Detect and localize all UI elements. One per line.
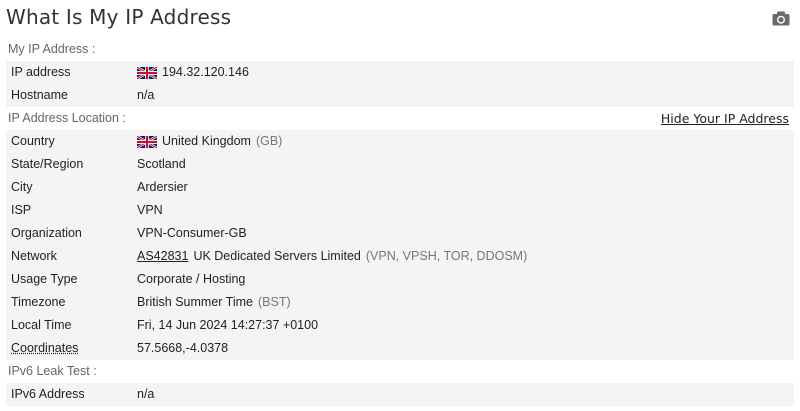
organization-label: Organization	[11, 226, 82, 240]
local-time-label: Local Time	[11, 318, 72, 332]
local-time-value: Fri, 14 Jun 2024 14:27:37 +0100	[137, 318, 319, 332]
isp-label: ISP	[11, 203, 32, 217]
ipv6-address-value: n/a	[137, 387, 155, 401]
timezone-value: British Summer Time	[137, 295, 253, 309]
uk-flag-icon	[137, 66, 157, 79]
city-value: Ardersier	[137, 180, 188, 194]
coordinates-value: 57.5668,-4.0378	[137, 341, 229, 355]
row-hostname: Hostname n/a	[6, 84, 794, 107]
section-heading-my-ip: My IP Address :	[8, 42, 96, 56]
row-network: Network AS42831 UK Dedicated Servers Lim…	[6, 245, 794, 268]
country-value: United Kingdom	[162, 134, 251, 148]
uk-flag-icon	[137, 135, 157, 148]
timezone-abbr: (BST)	[258, 295, 291, 309]
usage-type-label: Usage Type	[11, 272, 78, 286]
page-title: What Is My IP Address	[6, 5, 232, 29]
section-my-ip: My IP Address :	[0, 38, 800, 61]
row-local-time: Local Time Fri, 14 Jun 2024 14:27:37 +01…	[6, 314, 794, 337]
row-country: Country United Kingdom (GB)	[6, 130, 794, 153]
asn-link[interactable]: AS42831	[137, 245, 188, 268]
ipv6-address-label: IPv6 Address	[11, 387, 85, 401]
usage-type-value: Corporate / Hosting	[137, 272, 246, 286]
timezone-label: Timezone	[11, 295, 66, 309]
row-organization: Organization VPN-Consumer-GB	[6, 222, 794, 245]
row-ipv6-address: IPv6 Address n/a	[6, 383, 794, 406]
hide-ip-link[interactable]: Hide Your IP Address	[661, 107, 789, 130]
region-value: Scotland	[137, 157, 186, 171]
row-city: City Ardersier	[6, 176, 794, 199]
hostname-label: Hostname	[11, 88, 68, 102]
section-location: IP Address Location : Hide Your IP Addre…	[0, 107, 800, 130]
row-timezone: Timezone British Summer Time (BST)	[6, 291, 794, 314]
network-label: Network	[11, 249, 57, 263]
row-usage-type: Usage Type Corporate / Hosting	[6, 268, 794, 291]
page-header: What Is My IP Address	[0, 0, 800, 38]
row-region: State/Region Scotland	[6, 153, 794, 176]
hostname-value: n/a	[137, 88, 155, 102]
section-heading-ipv6: IPv6 Leak Test :	[8, 364, 97, 378]
organization-value: VPN-Consumer-GB	[137, 226, 247, 240]
ip-address-label: IP address	[11, 65, 71, 79]
row-ip-address: IP address 194.32.120.146	[6, 61, 794, 84]
row-isp: ISP VPN	[6, 199, 794, 222]
network-value: UK Dedicated Servers Limited	[193, 249, 361, 263]
ip-address-value: 194.32.120.146	[162, 65, 249, 79]
city-label: City	[11, 180, 33, 194]
country-code: (GB)	[255, 134, 283, 148]
isp-value: VPN	[137, 203, 163, 217]
section-ipv6: IPv6 Leak Test :	[0, 360, 800, 383]
region-label: State/Region	[11, 157, 84, 171]
coordinates-label[interactable]: Coordinates	[11, 337, 78, 360]
camera-icon[interactable]	[772, 11, 790, 26]
network-tags: (VPN, VPSH, TOR, DDOSM)	[365, 249, 528, 263]
section-heading-location: IP Address Location :	[8, 111, 126, 125]
country-label: Country	[11, 134, 55, 148]
row-coordinates: Coordinates 57.5668,-4.0378	[6, 337, 794, 360]
